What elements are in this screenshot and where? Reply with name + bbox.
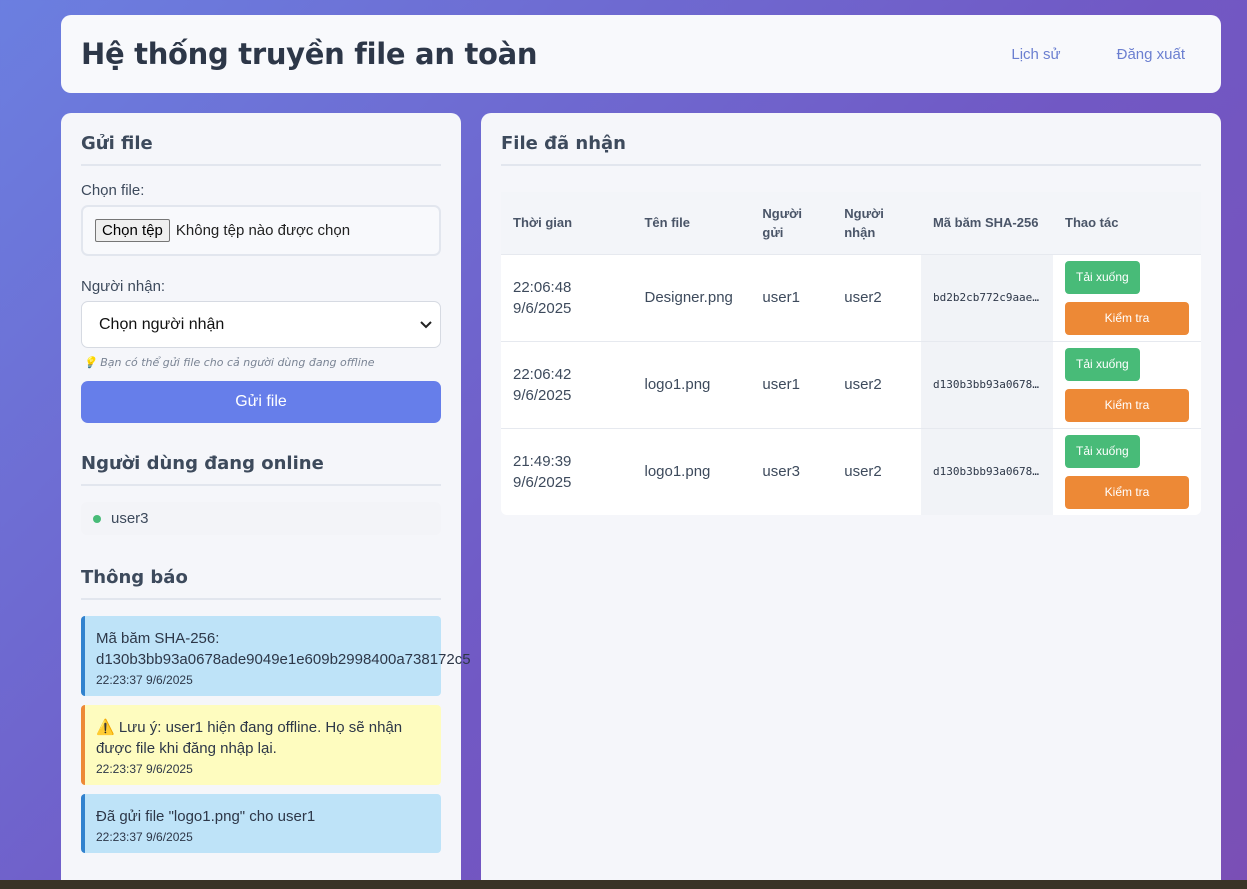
cell-time: 21:49:39 9/6/2025 (501, 427, 633, 515)
cell-time: 22:06:48 9/6/2025 (501, 253, 633, 341)
recipient-selected-value: Chọn người nhận (99, 315, 225, 333)
verify-button[interactable]: Kiểm tra (1065, 388, 1189, 422)
app-header: Hệ thống truyền file an toàn Lịch sử Đăn… (61, 15, 1221, 93)
table-row: 21:49:39 9/6/2025 logo1.png user3 user2 … (501, 427, 1201, 515)
received-panel: File đã nhận Thời gian Tên file Người gử… (481, 113, 1221, 889)
verify-button[interactable]: Kiểm tra (1065, 301, 1189, 335)
nav-history-link[interactable]: Lịch sử (1011, 46, 1060, 63)
notification-time: 22:23:37 9/6/2025 (96, 673, 193, 687)
choose-file-button[interactable]: Chọn tệp (95, 219, 170, 242)
table-row: 22:06:42 9/6/2025 logo1.png user1 user2 … (501, 340, 1201, 428)
cell-actions: Tải xuống Kiểm tra (1053, 340, 1201, 428)
column-header-actions: Thao tác (1053, 192, 1201, 254)
notification-item: Mã băm SHA-256: d130b3bb93a0678ade9049e1… (81, 616, 471, 696)
online-username: user3 (111, 510, 149, 527)
download-button[interactable]: Tải xuống (1065, 434, 1140, 468)
notification-text: Mã băm SHA-256: (96, 630, 220, 647)
received-section-title: File đã nhận (501, 133, 1201, 166)
send-file-button[interactable]: Gửi file (81, 381, 441, 423)
cell-sender: user1 (750, 253, 833, 341)
column-header-hash: Mã băm SHA-256 (920, 192, 1053, 254)
table-header-row: Thời gian Tên file Người gửi Người nhận … (501, 192, 1201, 254)
verify-button[interactable]: Kiểm tra (1065, 475, 1189, 509)
download-button[interactable]: Tải xuống (1065, 260, 1140, 294)
cell-receiver: user2 (832, 253, 921, 341)
cell-sender: user1 (750, 340, 833, 428)
notification-hash: d130b3bb93a0678ade9049e1e609b2998400a738… (96, 651, 471, 668)
file-input[interactable]: Chọn tệp Không tệp nào được chọn (81, 205, 441, 256)
table-row: 22:06:48 9/6/2025 Designer.png user1 use… (501, 253, 1201, 341)
column-header-filename: Tên file (632, 192, 751, 254)
file-status-text: Không tệp nào được chọn (175, 222, 351, 239)
notification-time: 22:23:37 9/6/2025 (96, 830, 193, 844)
online-status-icon (93, 514, 101, 523)
nav-logout-link[interactable]: Đăng xuất (1117, 46, 1185, 63)
offline-hint: 💡 Bạn có thể gửi file cho cả người dùng … (83, 356, 375, 369)
cell-hash: d130b3bb93a0678... (920, 427, 1053, 515)
notifications-section-title: Thông báo (81, 567, 441, 600)
chevron-down-icon (420, 320, 432, 328)
cell-filename: logo1.png (632, 340, 751, 428)
notification-item: Đã gửi file "logo1.png" cho user1 22:23:… (81, 794, 441, 853)
cell-actions: Tải xuống Kiểm tra (1053, 427, 1201, 515)
list-item: user3 (93, 510, 429, 527)
cell-hash: d130b3bb93a0678... (920, 340, 1053, 428)
notification-time: 22:23:37 9/6/2025 (96, 762, 193, 776)
recipient-select[interactable]: Chọn người nhận (81, 301, 441, 348)
online-section-title: Người dùng đang online (81, 453, 441, 486)
cell-sender: user3 (750, 427, 833, 515)
column-header-sender: Người gửi (750, 192, 833, 254)
top-nav: Lịch sử Đăng xuất (1011, 46, 1185, 63)
download-button[interactable]: Tải xuống (1065, 347, 1140, 381)
notification-text: ⚠️ Lưu ý: user1 hiện đang offline. Họ sẽ… (96, 719, 403, 757)
column-header-time: Thời gian (501, 192, 633, 254)
send-panel: Gửi file Chọn file: Chọn tệp Không tệp n… (61, 113, 471, 889)
cell-actions: Tải xuống Kiểm tra (1053, 253, 1201, 341)
cell-time: 22:06:42 9/6/2025 (501, 340, 633, 428)
send-section-title: Gửi file (81, 133, 441, 166)
file-label: Chọn file: (81, 182, 145, 199)
notification-item: ⚠️ Lưu ý: user1 hiện đang offline. Họ sẽ… (81, 705, 441, 785)
taskbar-edge (0, 880, 1247, 889)
notification-text: Đã gửi file "logo1.png" cho user1 (96, 808, 316, 825)
cell-receiver: user2 (832, 340, 921, 428)
page-title: Hệ thống truyền file an toàn (81, 37, 538, 71)
cell-receiver: user2 (832, 427, 921, 515)
received-files-table: Thời gian Tên file Người gửi Người nhận … (501, 192, 1201, 515)
column-header-receiver: Người nhận (832, 192, 921, 254)
cell-filename: logo1.png (632, 427, 751, 515)
cell-filename: Designer.png (632, 253, 751, 341)
recipient-label: Người nhận: (81, 278, 166, 295)
cell-hash: bd2b2cb772c9aae... (920, 253, 1053, 341)
online-user-list: user3 (81, 502, 441, 535)
